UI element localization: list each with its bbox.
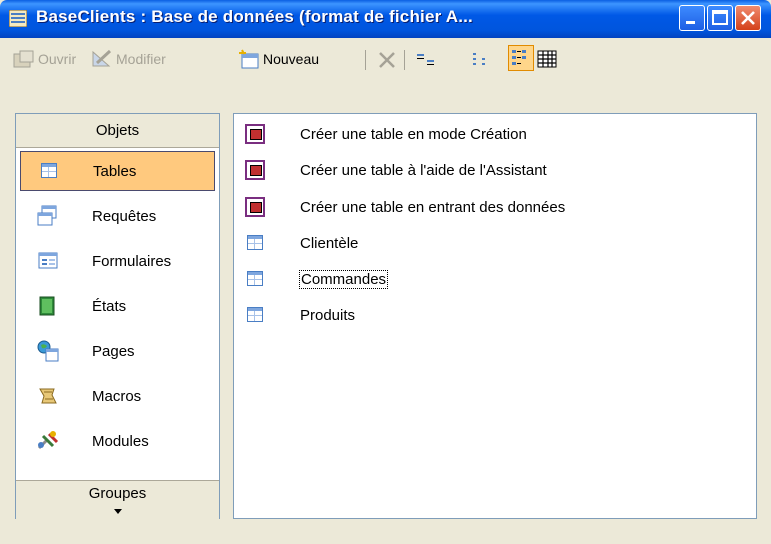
objects-header[interactable]: Objets (16, 114, 219, 148)
list-item[interactable]: Commandes (244, 265, 389, 293)
table-icon (244, 232, 266, 254)
close-button[interactable] (735, 5, 761, 31)
toolbar: Ouvrir Modifier Nouveau (0, 38, 771, 110)
sidebar-item-modules[interactable]: Modules (20, 421, 215, 461)
groups-label: Groupes (88, 485, 147, 502)
list-item-label: Clientèle (300, 234, 359, 252)
page-icon (37, 340, 63, 362)
wizard-icon (244, 123, 266, 145)
design-view-icon (92, 49, 112, 67)
new-object-icon (239, 49, 259, 69)
list-item-label: Produits (300, 306, 356, 324)
modify-button[interactable]: Modifier (91, 48, 166, 70)
wizard-icon (244, 196, 266, 218)
sidebar-item-label: Formulaires (92, 252, 172, 270)
minimize-icon (686, 21, 695, 24)
maximize-button[interactable] (707, 5, 733, 31)
toolbar-separator (404, 50, 405, 70)
list-item[interactable]: Créer une table en mode Création (244, 120, 527, 148)
sidebar-item-label: Macros (92, 387, 142, 405)
objects-pane: Objets Tables Requêtes Formulaires États (15, 113, 220, 519)
database-app-icon (9, 10, 27, 27)
list-item-label: Créer une table en entrant des données (300, 198, 566, 216)
list-item-label: Commandes (298, 269, 389, 289)
maximize-icon (712, 10, 728, 25)
list-view-icon (512, 50, 526, 65)
database-window: BaseClients : Base de données (format de… (0, 0, 771, 544)
open-button[interactable]: Ouvrir (13, 48, 76, 70)
sidebar-item-tables[interactable]: Tables (20, 151, 215, 191)
close-icon (741, 11, 755, 25)
objects-list: Créer une table en mode Création Créer u… (233, 113, 757, 519)
list-item-label: Créer une table en mode Création (300, 125, 527, 143)
query-icon (37, 205, 63, 227)
delete-icon[interactable] (377, 50, 397, 70)
sidebar-item-label: Pages (92, 342, 135, 360)
sidebar-item-forms[interactable]: Formulaires (20, 241, 215, 281)
form-icon (37, 250, 63, 272)
new-label: Nouveau (263, 51, 320, 67)
chevron-down-icon[interactable] (112, 506, 124, 516)
new-button[interactable]: Nouveau (238, 48, 319, 70)
list-item[interactable]: Clientèle (244, 229, 358, 257)
macro-icon (37, 385, 63, 407)
window-title: BaseClients : Base de données (format de… (36, 7, 473, 26)
list-item[interactable]: Créer une table à l'aide de l'Assistant (244, 156, 547, 184)
list-item-label: Créer une table à l'aide de l'Assistant (300, 161, 547, 179)
title-bar[interactable]: BaseClients : Base de données (format de… (0, 0, 771, 38)
module-icon (37, 430, 63, 452)
modify-label: Modifier (116, 51, 166, 67)
list-item[interactable]: Produits (244, 301, 355, 329)
sidebar-item-label: Tables (93, 162, 137, 180)
sidebar-item-reports[interactable]: États (20, 286, 215, 326)
large-icons-view-icon[interactable] (415, 50, 437, 70)
list-view-button[interactable] (508, 45, 534, 71)
sidebar-item-macros[interactable]: Macros (20, 376, 215, 416)
report-icon (37, 295, 63, 317)
open-icon (13, 50, 34, 68)
toolbar-separator (365, 50, 366, 70)
groups-section[interactable]: Groupes (16, 480, 219, 519)
sidebar-item-label: États (92, 297, 127, 315)
wizard-icon (244, 159, 266, 181)
table-icon (244, 304, 266, 326)
sidebar-item-label: Modules (92, 432, 149, 450)
open-label: Ouvrir (38, 51, 77, 67)
sidebar-item-pages[interactable]: Pages (20, 331, 215, 371)
sidebar-item-label: Requêtes (92, 207, 157, 225)
sidebar-item-queries[interactable]: Requêtes (20, 196, 215, 236)
table-icon (38, 160, 64, 182)
details-view-icon[interactable] (536, 48, 558, 70)
list-item[interactable]: Créer une table en entrant des données (244, 193, 565, 221)
minimize-button[interactable] (679, 5, 705, 31)
small-icons-view-icon[interactable] (470, 50, 492, 70)
table-icon (244, 268, 266, 290)
